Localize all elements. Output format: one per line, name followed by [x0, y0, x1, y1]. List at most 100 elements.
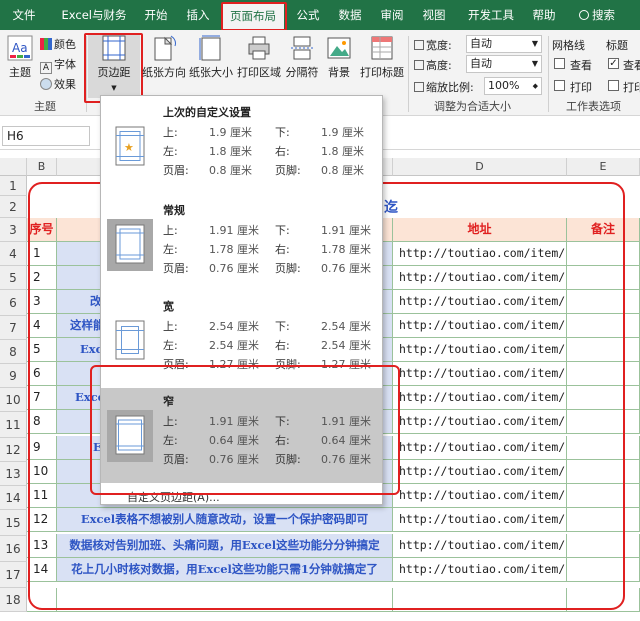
- row-header-2[interactable]: 2: [0, 196, 27, 218]
- address-cell[interactable]: http://toutiao.com/item/: [393, 242, 567, 266]
- seq-cell[interactable]: 11: [27, 484, 57, 508]
- seq-cell[interactable]: 5: [27, 338, 57, 362]
- background-button[interactable]: 背景: [324, 34, 354, 80]
- note-cell[interactable]: [567, 266, 640, 290]
- row-header-13[interactable]: 13: [0, 462, 27, 486]
- width-select[interactable]: 自动 ▼: [466, 35, 542, 53]
- row-header-14[interactable]: 14: [0, 486, 27, 510]
- seq-cell[interactable]: 14: [27, 558, 57, 582]
- tab-view[interactable]: 视图: [416, 0, 452, 30]
- orientation-button[interactable]: 纸张方向: [142, 34, 186, 80]
- table-cell[interactable]: [57, 588, 393, 612]
- column-header-d[interactable]: D: [393, 158, 567, 176]
- breaks-button[interactable]: 分隔符: [282, 34, 322, 80]
- address-cell[interactable]: http://toutiao.com/item/: [393, 534, 567, 558]
- header-note[interactable]: 备注: [567, 218, 640, 242]
- note-cell[interactable]: [567, 242, 640, 266]
- address-cell[interactable]: http://toutiao.com/item/: [393, 290, 567, 314]
- address-cell[interactable]: http://toutiao.com/item/: [393, 386, 567, 410]
- title-cell[interactable]: Excel表格不想被别人随意改动，设置一个保护密码即可: [57, 508, 393, 532]
- note-cell[interactable]: [567, 484, 640, 508]
- note-cell[interactable]: [567, 508, 640, 532]
- seq-cell[interactable]: 12: [27, 508, 57, 532]
- themes-button[interactable]: Aa 主题: [4, 34, 36, 80]
- seq-cell[interactable]: 9: [27, 436, 57, 460]
- tab-help[interactable]: 帮助: [526, 0, 562, 30]
- margin-option-narrow[interactable]: 窄上: 1.91 厘米 下: 1.91 厘米 左: 0.64 厘米 右: 0.64 厘米 页眉:…: [101, 388, 382, 483]
- seq-cell[interactable]: 3: [27, 290, 57, 314]
- seq-cell[interactable]: 10: [27, 460, 57, 484]
- table-cell[interactable]: [567, 588, 640, 612]
- seq-cell[interactable]: 7: [27, 386, 57, 410]
- row-header-3[interactable]: 3: [0, 218, 27, 242]
- header-address[interactable]: 地址: [393, 218, 567, 242]
- row-header-8[interactable]: 8: [0, 340, 27, 364]
- row-header-15[interactable]: 15: [0, 510, 27, 536]
- column-header-b[interactable]: B: [27, 158, 57, 176]
- margin-option-wide[interactable]: 宽上: 2.54 厘米 下: 2.54 厘米 左: 2.54 厘米 右: 2.54 厘米 页眉:…: [101, 293, 382, 388]
- row-header-6[interactable]: 6: [0, 290, 27, 316]
- print-area-button[interactable]: 打印区域: [236, 34, 282, 80]
- header-seq[interactable]: 序号: [27, 218, 57, 242]
- table-cell[interactable]: [27, 588, 57, 612]
- row-header-17[interactable]: 17: [0, 562, 27, 588]
- name-box[interactable]: H6: [2, 126, 90, 146]
- address-cell[interactable]: http://toutiao.com/item/: [393, 314, 567, 338]
- note-cell[interactable]: [567, 436, 640, 460]
- table-cell[interactable]: [393, 588, 567, 612]
- tab-review[interactable]: 审阅: [374, 0, 410, 30]
- tab-excel-finance[interactable]: Excel与财务: [54, 0, 134, 30]
- tab-developer[interactable]: 开发工具: [458, 0, 524, 30]
- row-header-11[interactable]: 11: [0, 412, 27, 438]
- row-header-5[interactable]: 5: [0, 266, 27, 290]
- row-header-18[interactable]: 18: [0, 588, 27, 612]
- note-cell[interactable]: [567, 534, 640, 558]
- row-header-10[interactable]: 10: [0, 388, 27, 412]
- seq-cell[interactable]: 13: [27, 534, 57, 558]
- theme-fonts-button[interactable]: A 字体: [40, 56, 76, 74]
- address-cell[interactable]: http://toutiao.com/item/: [393, 362, 567, 386]
- row-header-12[interactable]: 12: [0, 438, 27, 462]
- tab-insert[interactable]: 插入: [180, 0, 216, 30]
- title-cell[interactable]: 花上几小时核对数据，用Excel这些功能只需1分钟就搞定了: [57, 558, 393, 582]
- seq-cell[interactable]: 2: [27, 266, 57, 290]
- margin-option-normal[interactable]: 常规 上: 1.91 厘米 下: 1.91 厘米 左: 1.78 厘米 右: 1.78 厘米 页眉…: [101, 197, 382, 292]
- margins-button[interactable]: 页边距 ▼: [88, 34, 140, 98]
- headings-view-checkbox[interactable]: ✓: [608, 58, 619, 69]
- theme-effects-button[interactable]: 效果: [40, 76, 76, 92]
- column-header-e[interactable]: E: [567, 158, 640, 176]
- tab-formulas[interactable]: 公式: [290, 0, 326, 30]
- search-box[interactable]: 搜索: [570, 0, 624, 30]
- note-cell[interactable]: [567, 338, 640, 362]
- margin-option-last-custom[interactable]: ★ 上次的自定义设置 上: 1.9 厘米 下: 1.9 厘米 左: 1.8 厘米 右: 1.8 厘…: [101, 99, 382, 194]
- row-header-1[interactable]: 1: [0, 176, 27, 196]
- seq-cell[interactable]: 6: [27, 362, 57, 386]
- address-cell[interactable]: http://toutiao.com/item/: [393, 436, 567, 460]
- custom-margins-item[interactable]: 自定义页边距(A)...: [127, 489, 220, 505]
- tab-page-layout[interactable]: 页面布局: [222, 3, 284, 30]
- row-header-7[interactable]: 7: [0, 316, 27, 340]
- address-cell[interactable]: http://toutiao.com/item/: [393, 558, 567, 582]
- title-cell[interactable]: 数据核对告别加班、头痛问题，用Excel这些功能分分钟搞定: [57, 534, 393, 558]
- print-titles-button[interactable]: 打印标题: [358, 34, 406, 80]
- headings-print-checkbox[interactable]: [608, 80, 619, 91]
- row-header-16[interactable]: 16: [0, 536, 27, 562]
- note-cell[interactable]: [567, 460, 640, 484]
- theme-colors-button[interactable]: 颜色: [40, 36, 76, 52]
- address-cell[interactable]: http://toutiao.com/item/: [393, 338, 567, 362]
- height-select[interactable]: 自动 ▼: [466, 55, 542, 73]
- gridlines-print-checkbox[interactable]: [554, 80, 565, 91]
- scale-input[interactable]: 100% ◆: [484, 77, 542, 95]
- note-cell[interactable]: [567, 362, 640, 386]
- gridlines-view-checkbox[interactable]: [554, 58, 565, 69]
- note-cell[interactable]: [567, 290, 640, 314]
- seq-cell[interactable]: 1: [27, 242, 57, 266]
- address-cell[interactable]: http://toutiao.com/item/: [393, 266, 567, 290]
- note-cell[interactable]: [567, 314, 640, 338]
- tab-data[interactable]: 数据: [332, 0, 368, 30]
- row-header-9[interactable]: 9: [0, 364, 27, 388]
- address-cell[interactable]: http://toutiao.com/item/: [393, 484, 567, 508]
- address-cell[interactable]: http://toutiao.com/item/: [393, 508, 567, 532]
- note-cell[interactable]: [567, 410, 640, 434]
- seq-cell[interactable]: 4: [27, 314, 57, 338]
